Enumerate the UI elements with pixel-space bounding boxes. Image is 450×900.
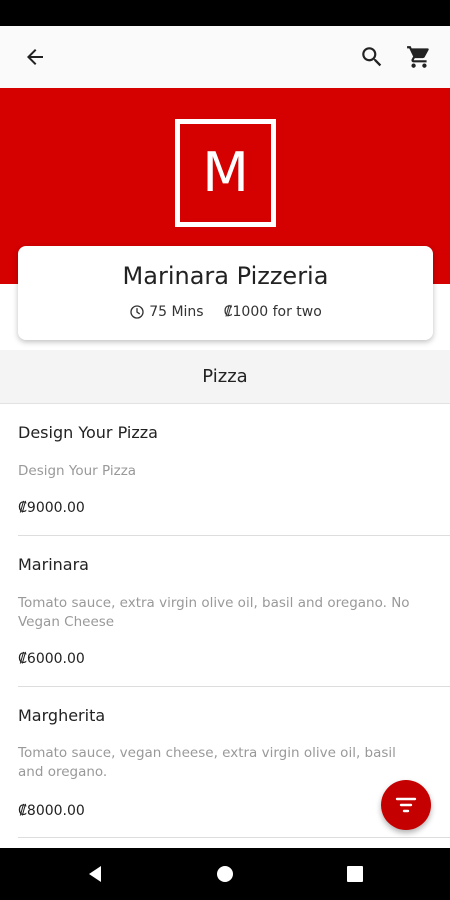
nav-home-button[interactable]	[211, 860, 239, 888]
nav-back-icon	[89, 866, 101, 882]
category-title: Pizza	[202, 366, 248, 387]
restaurant-info-card: Marinara Pizzeria 75 Mins ₡1000 for two	[18, 246, 433, 340]
menu-item-description: Design Your Pizza	[18, 463, 137, 479]
nav-back-button[interactable]	[81, 860, 109, 888]
restaurant-meta: 75 Mins ₡1000 for two	[18, 304, 433, 320]
back-button[interactable]	[14, 36, 56, 78]
menu-item-price: ₡9000.00	[18, 500, 85, 516]
shopping-cart-icon	[407, 46, 429, 68]
nav-recents-button[interactable]	[341, 860, 369, 888]
menu-item-price: ₡8000.00	[18, 803, 85, 819]
delivery-time: 75 Mins	[129, 304, 204, 320]
search-button[interactable]	[351, 36, 393, 78]
menu-item-price: ₡6000.00	[18, 651, 85, 667]
status-bar	[0, 0, 450, 26]
filter-icon	[395, 797, 417, 813]
logo-letter: M	[202, 141, 249, 204]
category-header: Pizza	[0, 350, 450, 404]
filter-button[interactable]	[381, 780, 431, 830]
menu-item-description: Tomato sauce, vegan cheese, extra virgin…	[18, 745, 396, 780]
restaurant-logo: M	[175, 119, 276, 227]
menu-item[interactable]: Marinara Tomato sauce, extra virgin oliv…	[0, 536, 450, 687]
nav-recents-icon	[347, 866, 363, 882]
system-nav-bar	[0, 848, 450, 900]
search-icon	[362, 47, 382, 67]
restaurant-name: Marinara Pizzeria	[122, 262, 329, 290]
delivery-time-label: 75 Mins	[149, 304, 204, 320]
app-bar	[0, 26, 450, 88]
menu-item-description: Tomato sauce, extra virgin olive oil, ba…	[18, 595, 410, 630]
clock-icon	[130, 305, 144, 319]
nav-home-icon	[217, 866, 233, 882]
menu-item-name: Margherita	[18, 706, 106, 725]
cost-for-two-label: ₡1000 for two	[223, 304, 322, 320]
menu-item[interactable]: Design Your Pizza Design Your Pizza ₡900…	[0, 404, 450, 536]
menu-item-name: Design Your Pizza	[18, 423, 158, 442]
divider	[18, 837, 450, 838]
cart-button[interactable]	[398, 36, 440, 78]
arrow-back-icon	[27, 49, 43, 65]
menu-item-name: Marinara	[18, 555, 89, 574]
cost-for-two: ₡1000 for two	[224, 304, 322, 320]
